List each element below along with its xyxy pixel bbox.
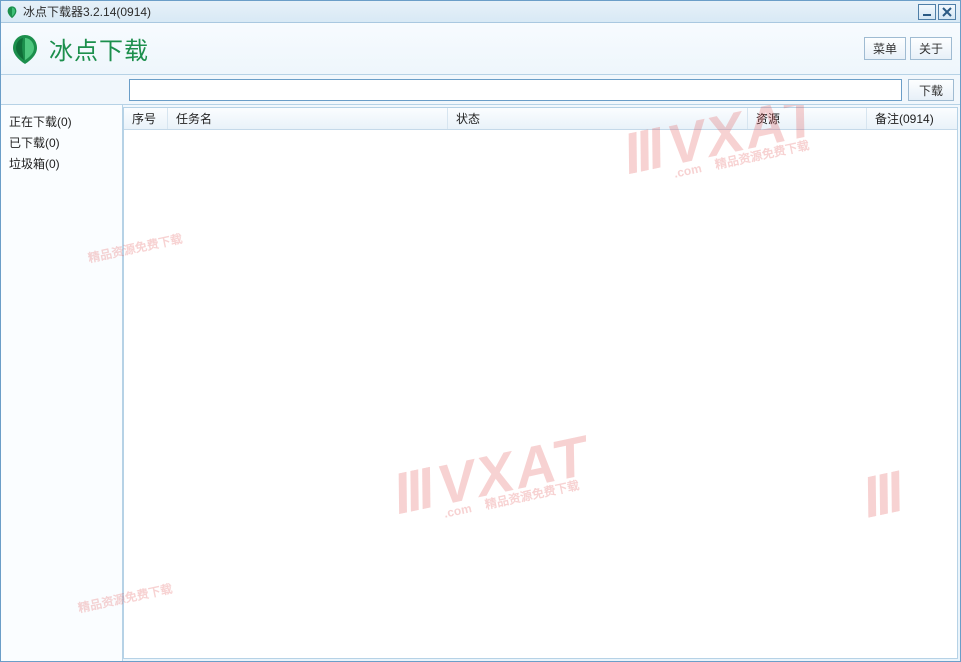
sidebar-item-label: 垃圾箱(0) — [9, 157, 60, 171]
sidebar: 正在下载(0) 已下载(0) 垃圾箱(0) — [1, 105, 123, 661]
task-list: 精品资源免费下载 VXAT .com精品资源免费下载 VXAT .com精品资源… — [124, 130, 957, 658]
titlebar-left: 冰点下载器3.2.14(0914) — [5, 3, 151, 20]
about-button[interactable]: 关于 — [910, 37, 952, 60]
app-icon — [5, 5, 19, 19]
header-buttons: 菜单 关于 — [864, 37, 952, 60]
menu-button[interactable]: 菜单 — [864, 37, 906, 60]
toolbar: 下载 — [1, 75, 960, 105]
column-task[interactable]: 任务名 — [168, 108, 448, 129]
titlebar-controls — [918, 4, 956, 20]
header: 冰点下载 菜单 关于 — [1, 23, 960, 75]
column-resource[interactable]: 资源 — [748, 108, 867, 129]
column-note[interactable]: 备注(0914) — [867, 108, 957, 129]
sidebar-item-downloading[interactable]: 正在下载(0) — [9, 111, 114, 132]
window: 冰点下载器3.2.14(0914) 冰点下载 菜单 关于 — [0, 0, 961, 662]
sidebar-item-label: 正在下载(0) — [9, 115, 72, 129]
close-button[interactable] — [938, 4, 956, 20]
url-input[interactable] — [129, 79, 902, 101]
sidebar-item-trash[interactable]: 垃圾箱(0) — [9, 153, 114, 174]
brand-name: 冰点下载 — [49, 31, 149, 66]
brand: 冰点下载 — [9, 31, 149, 66]
sidebar-item-downloaded[interactable]: 已下载(0) — [9, 132, 114, 153]
column-headers: 序号 任务名 状态 资源 备注(0914) — [124, 108, 957, 130]
column-seq[interactable]: 序号 — [124, 108, 168, 129]
window-title: 冰点下载器3.2.14(0914) — [23, 3, 151, 20]
body: 正在下载(0) 已下载(0) 垃圾箱(0) 序号 任务名 状态 资源 备注(09… — [1, 105, 960, 661]
watermark — [859, 466, 909, 524]
sidebar-item-label: 已下载(0) — [9, 136, 60, 150]
column-state[interactable]: 状态 — [448, 108, 748, 129]
download-button[interactable]: 下载 — [908, 79, 954, 101]
watermark: VXAT .com精品资源免费下载 — [390, 430, 595, 529]
main-pane: 序号 任务名 状态 资源 备注(0914) 精品资源免费下载 VXAT .com… — [123, 107, 958, 659]
minimize-button[interactable] — [918, 4, 936, 20]
brand-logo-icon — [9, 33, 41, 65]
titlebar: 冰点下载器3.2.14(0914) — [1, 1, 960, 23]
